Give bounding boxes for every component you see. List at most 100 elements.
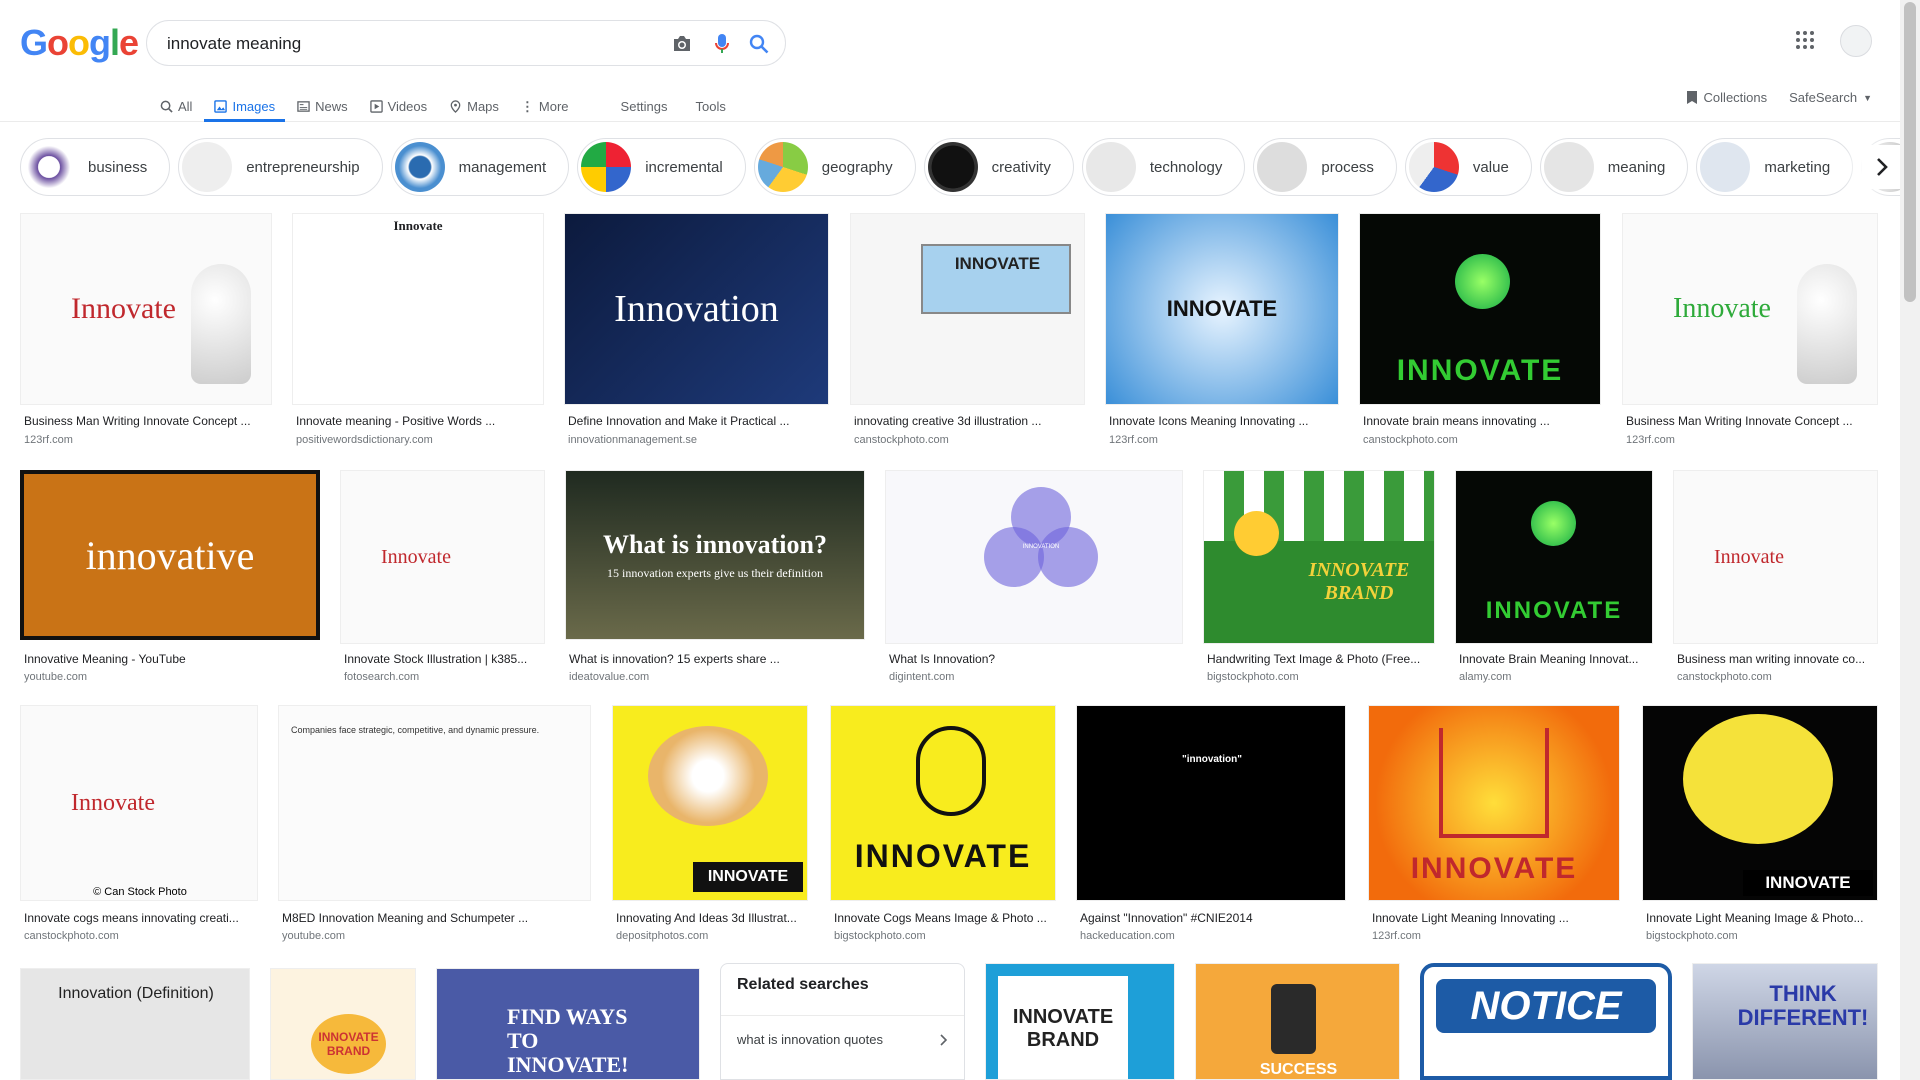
result-image[interactable]: THINK DIFFERENT!: [1692, 963, 1878, 1080]
result-tile[interactable]: INNOVATE Innovating And Ideas 3d Illustr…: [612, 705, 808, 945]
result-tile[interactable]: THINK DIFFERENT!: [1692, 963, 1878, 1080]
result-image[interactable]: INNOVATE: [830, 705, 1056, 901]
result-tile[interactable]: Innovate Innovate meaning - Positive Wor…: [292, 213, 544, 453]
related-item[interactable]: what is innovation quotes: [721, 1015, 964, 1063]
chip-technology[interactable]: technology: [1081, 138, 1246, 196]
result-image[interactable]: INNOVATE: [1642, 705, 1878, 901]
result-title[interactable]: Against "Innovation" #CNIE2014: [1080, 911, 1346, 925]
microphone-icon[interactable]: [710, 32, 734, 56]
result-title[interactable]: Innovate Light Meaning Innovating ...: [1372, 911, 1620, 925]
result-tile[interactable]: INNOVATE Innovate Brain Meaning Innovat.…: [1455, 470, 1653, 690]
result-tile[interactable]: INNOVATE Innovate Icons Meaning Innovati…: [1105, 213, 1339, 453]
result-title[interactable]: Define Innovation and Make it Practical …: [568, 414, 829, 428]
result-image[interactable]: INNOVATE: [1455, 470, 1653, 644]
result-image[interactable]: INNOVATION: [885, 470, 1183, 644]
result-tile[interactable]: SUCCESS: [1195, 963, 1400, 1080]
tab-maps[interactable]: Maps: [449, 88, 499, 122]
result-title[interactable]: innovating creative 3d illustration ...: [854, 414, 1085, 428]
result-tile[interactable]: Innovate Business Man Writing Innovate C…: [1622, 213, 1878, 453]
result-image[interactable]: Innovate: [340, 470, 545, 644]
result-title[interactable]: Innovate Icons Meaning Innovating ...: [1109, 414, 1339, 428]
result-title[interactable]: Innovate meaning - Positive Words ...: [296, 414, 544, 428]
result-image[interactable]: Innovation (Definition): [20, 968, 250, 1080]
result-image[interactable]: Innovate: [20, 213, 272, 405]
result-title[interactable]: Handwriting Text Image & Photo (Free...: [1207, 652, 1435, 666]
chip-value[interactable]: value: [1404, 138, 1532, 196]
result-image[interactable]: NOTICE: [1420, 963, 1672, 1080]
google-logo[interactable]: Google: [20, 22, 139, 64]
result-tile[interactable]: innovative Innovative Meaning - YouTube …: [20, 470, 320, 690]
result-tile[interactable]: INNOVATE Innovate Light Meaning Image & …: [1642, 705, 1878, 945]
result-title[interactable]: Business man writing innovate co...: [1677, 652, 1878, 666]
result-image[interactable]: FIND WAYS TO INNOVATE!: [436, 968, 700, 1080]
result-tile[interactable]: INNOVATE innovating creative 3d illustra…: [850, 213, 1085, 453]
result-tile[interactable]: INNOVATE Innovate Cogs Means Image & Pho…: [830, 705, 1056, 945]
result-tile[interactable]: INNOVATE BRAND Handwriting Text Image & …: [1203, 470, 1435, 690]
page-scrollbar[interactable]: [1900, 0, 1920, 1080]
result-image[interactable]: Innovate: [1673, 470, 1878, 644]
result-image[interactable]: INNOVATE BRAND: [1203, 470, 1435, 644]
result-title[interactable]: What Is Innovation?: [889, 652, 1183, 666]
result-title[interactable]: Innovative Meaning - YouTube: [24, 652, 320, 666]
result-tile[interactable]: Innovation Define Innovation and Make it…: [564, 213, 829, 453]
tab-news[interactable]: News: [297, 88, 348, 122]
tab-images[interactable]: Images: [204, 88, 285, 122]
result-title[interactable]: M8ED Innovation Meaning and Schumpeter .…: [282, 911, 591, 925]
chips-next-button[interactable]: [1862, 145, 1902, 189]
result-tile[interactable]: Innovate Business man writing innovate c…: [1673, 470, 1878, 690]
result-image[interactable]: INNOVATE: [1359, 213, 1601, 405]
tab-videos[interactable]: Videos: [369, 88, 427, 122]
result-tile[interactable]: Innovate Innovate Stock Illustration | k…: [340, 470, 545, 690]
camera-icon[interactable]: [670, 32, 694, 56]
chip-creativity[interactable]: creativity: [923, 138, 1074, 196]
result-title[interactable]: Innovate Brain Meaning Innovat...: [1459, 652, 1653, 666]
result-image[interactable]: INNOVATE BRAND: [270, 968, 416, 1080]
settings-link[interactable]: Settings: [621, 88, 668, 122]
result-image[interactable]: SUCCESS: [1195, 963, 1400, 1080]
result-image[interactable]: Innovation: [564, 213, 829, 405]
result-image[interactable]: INNOVATE: [850, 213, 1085, 405]
result-tile[interactable]: Innovation (Definition): [20, 968, 250, 1080]
result-image[interactable]: Innovate: [1622, 213, 1878, 405]
result-image[interactable]: INNOVATE: [1368, 705, 1620, 901]
tab-all[interactable]: All: [160, 88, 192, 122]
apps-grid-icon[interactable]: [1795, 30, 1819, 54]
chip-process[interactable]: process: [1253, 138, 1397, 196]
result-image[interactable]: Companies face strategic, competitive, a…: [278, 705, 591, 901]
result-title[interactable]: Innovate Light Meaning Image & Photo...: [1646, 911, 1878, 925]
search-icon[interactable]: [747, 32, 771, 56]
result-image[interactable]: INNOVATE: [1105, 213, 1339, 405]
result-tile[interactable]: What is innovation? 15 innovation expert…: [565, 470, 865, 690]
collections-button[interactable]: Collections: [1686, 90, 1767, 105]
result-tile[interactable]: Companies face strategic, competitive, a…: [278, 705, 591, 945]
result-image[interactable]: Innovate © Can Stock Photo: [20, 705, 258, 901]
result-image[interactable]: INNOVATE BRAND: [985, 963, 1175, 1080]
result-title[interactable]: Innovate Stock Illustration | k385...: [344, 652, 545, 666]
chip-business[interactable]: business: [20, 138, 171, 196]
result-title[interactable]: Innovate brain means innovating ...: [1363, 414, 1601, 428]
result-image[interactable]: "innovation": [1076, 705, 1346, 901]
result-tile[interactable]: INNOVATION What Is Innovation? digintent…: [885, 470, 1183, 690]
result-title[interactable]: Innovating And Ideas 3d Illustrat...: [616, 911, 808, 925]
result-image[interactable]: INNOVATE: [612, 705, 808, 901]
result-image[interactable]: What is innovation? 15 innovation expert…: [565, 470, 865, 640]
result-tile[interactable]: Innovate Business Man Writing Innovate C…: [20, 213, 272, 453]
result-title[interactable]: Business Man Writing Innovate Concept ..…: [1626, 414, 1878, 428]
tools-link[interactable]: Tools: [696, 88, 726, 122]
chip-marketing[interactable]: marketing: [1696, 138, 1854, 196]
chip-geography[interactable]: geography: [753, 138, 916, 196]
chip-meaning[interactable]: meaning: [1539, 138, 1689, 196]
scrollbar-thumb[interactable]: [1904, 2, 1916, 302]
result-tile[interactable]: INNOVATE BRAND: [985, 963, 1175, 1080]
result-tile[interactable]: Innovate © Can Stock Photo Innovate cogs…: [20, 705, 258, 945]
result-title[interactable]: Innovate Cogs Means Image & Photo ...: [834, 911, 1056, 925]
chip-entrepreneurship[interactable]: entrepreneurship: [178, 138, 383, 196]
result-image[interactable]: Innovate: [292, 213, 544, 405]
result-image[interactable]: innovative: [20, 470, 320, 640]
result-tile[interactable]: INNOVATE BRAND: [270, 968, 416, 1080]
result-tile[interactable]: FIND WAYS TO INNOVATE!: [436, 968, 700, 1080]
result-title[interactable]: Innovate cogs means innovating creati...: [24, 911, 258, 925]
tab-more[interactable]: ⋮ More: [521, 88, 569, 122]
chip-incremental[interactable]: incremental: [577, 138, 746, 196]
chip-management[interactable]: management: [390, 138, 570, 196]
